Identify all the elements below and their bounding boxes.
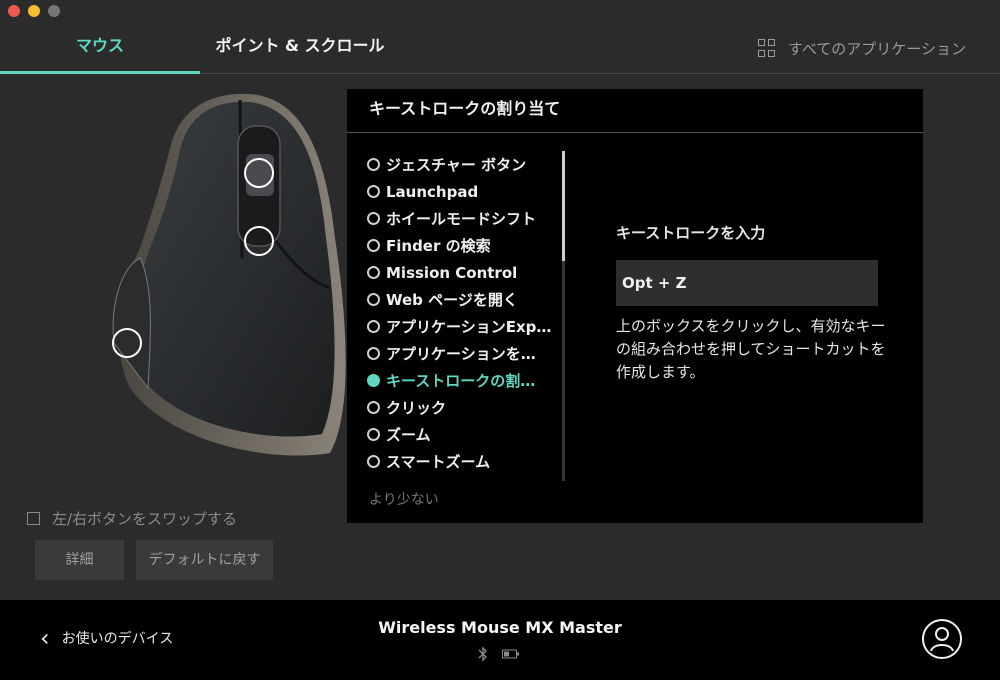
bluetooth-icon [478, 646, 487, 662]
minimize-window-button[interactable] [28, 5, 40, 17]
panel-title: キーストロークの割り当て [347, 89, 923, 133]
radio-icon[interactable] [367, 158, 380, 171]
hotspot-scroll-wheel[interactable] [244, 158, 274, 188]
action-list[interactable]: ジェスチャー ボタン Launchpad ホイールモードシフト Finder の検索 M… [367, 151, 562, 481]
action-label: クリック [386, 399, 447, 417]
action-item[interactable]: アプリケーションを… [367, 340, 562, 367]
swap-buttons-label: 左/右ボタンをスワップする [52, 510, 238, 528]
action-label: アプリケーションExp… [386, 318, 552, 336]
radio-icon[interactable] [367, 374, 380, 387]
zoom-window-button[interactable] [48, 5, 60, 17]
action-label: ズーム [386, 426, 431, 444]
mouse-image [112, 93, 346, 456]
radio-icon[interactable] [367, 212, 380, 225]
restore-default-button[interactable]: デフォルトに戻す [136, 540, 273, 580]
tab-mouse[interactable]: マウス [0, 22, 200, 74]
device-name: Wireless Mouse MX Master [378, 618, 622, 637]
device-status [478, 646, 520, 662]
radio-icon[interactable] [367, 347, 380, 360]
action-item[interactable]: アプリケーションExp… [367, 313, 562, 340]
action-label: Finder の検索 [386, 237, 491, 255]
radio-icon[interactable] [367, 320, 380, 333]
action-item[interactable]: デスクトップを表示 [367, 475, 562, 481]
radio-icon[interactable] [367, 239, 380, 252]
action-item[interactable]: Web ページを開く [367, 286, 562, 313]
action-item[interactable]: スマートズーム [367, 448, 562, 475]
title-bar [0, 0, 1000, 22]
battery-icon [502, 649, 519, 659]
action-item[interactable]: Mission Control [367, 259, 562, 286]
account-icon[interactable] [921, 618, 963, 660]
action-label: デスクトップを表示 [386, 478, 521, 481]
checkbox-box[interactable] [27, 512, 40, 525]
action-item[interactable]: Finder の検索 [367, 232, 562, 259]
action-label: Launchpad [386, 182, 479, 201]
show-less-link[interactable]: より少ない [369, 489, 439, 509]
footer-bar: ‹ お使いのデバイス Wireless Mouse MX Master [0, 600, 1000, 680]
all-applications-label: すべてのアプリケーション [787, 39, 966, 58]
action-item[interactable]: ジェスチャー ボタン [367, 151, 562, 178]
action-item[interactable]: ズーム [367, 421, 562, 448]
keystroke-input-label: キーストロークを入力 [616, 224, 766, 242]
action-label: キーストロークの割… [386, 372, 536, 390]
radio-icon[interactable] [367, 401, 380, 414]
action-label: スマートズーム [386, 453, 491, 471]
grid-icon [757, 39, 776, 57]
action-label: Web ページを開く [386, 291, 518, 309]
radio-icon[interactable] [367, 428, 380, 441]
action-label: ホイールモードシフト [386, 210, 537, 228]
mouse-illustration [100, 88, 360, 468]
action-item[interactable]: ホイールモードシフト [367, 205, 562, 232]
action-item[interactable]: クリック [367, 394, 562, 421]
keystroke-input[interactable] [616, 260, 878, 306]
tab-bar: マウス ポイント & スクロール すべてのアプリケーション [0, 22, 1000, 74]
action-item[interactable]: キーストロークの割… [367, 367, 562, 394]
keystroke-help-text: 上のボックスをクリックし、有効なキーの組み合わせを押してショートカットを作成しま… [616, 317, 886, 381]
tab-point-scroll[interactable]: ポイント & スクロール [200, 22, 400, 74]
action-item[interactable]: Launchpad [367, 178, 562, 205]
radio-icon[interactable] [367, 293, 380, 306]
radio-icon[interactable] [367, 266, 380, 279]
radio-icon[interactable] [367, 455, 380, 468]
action-list-scrollbar[interactable] [562, 151, 565, 481]
action-label: Mission Control [386, 263, 518, 282]
close-window-button[interactable] [8, 5, 20, 17]
swap-buttons-checkbox[interactable]: 左/右ボタンをスワップする [27, 508, 237, 529]
all-applications-button[interactable]: すべてのアプリケーション [757, 36, 966, 60]
action-label: ジェスチャー ボタン [386, 156, 527, 174]
keystroke-assignment-panel: キーストロークの割り当て ジェスチャー ボタン Launchpad ホイールモードシ… [347, 89, 923, 523]
scroll-thumb[interactable] [562, 151, 565, 261]
hotspot-gesture-button[interactable] [112, 328, 142, 358]
details-button[interactable]: 詳細 [35, 540, 124, 580]
action-label: アプリケーションを… [386, 345, 536, 363]
radio-icon[interactable] [367, 185, 380, 198]
hotspot-mode-shift[interactable] [244, 226, 274, 256]
